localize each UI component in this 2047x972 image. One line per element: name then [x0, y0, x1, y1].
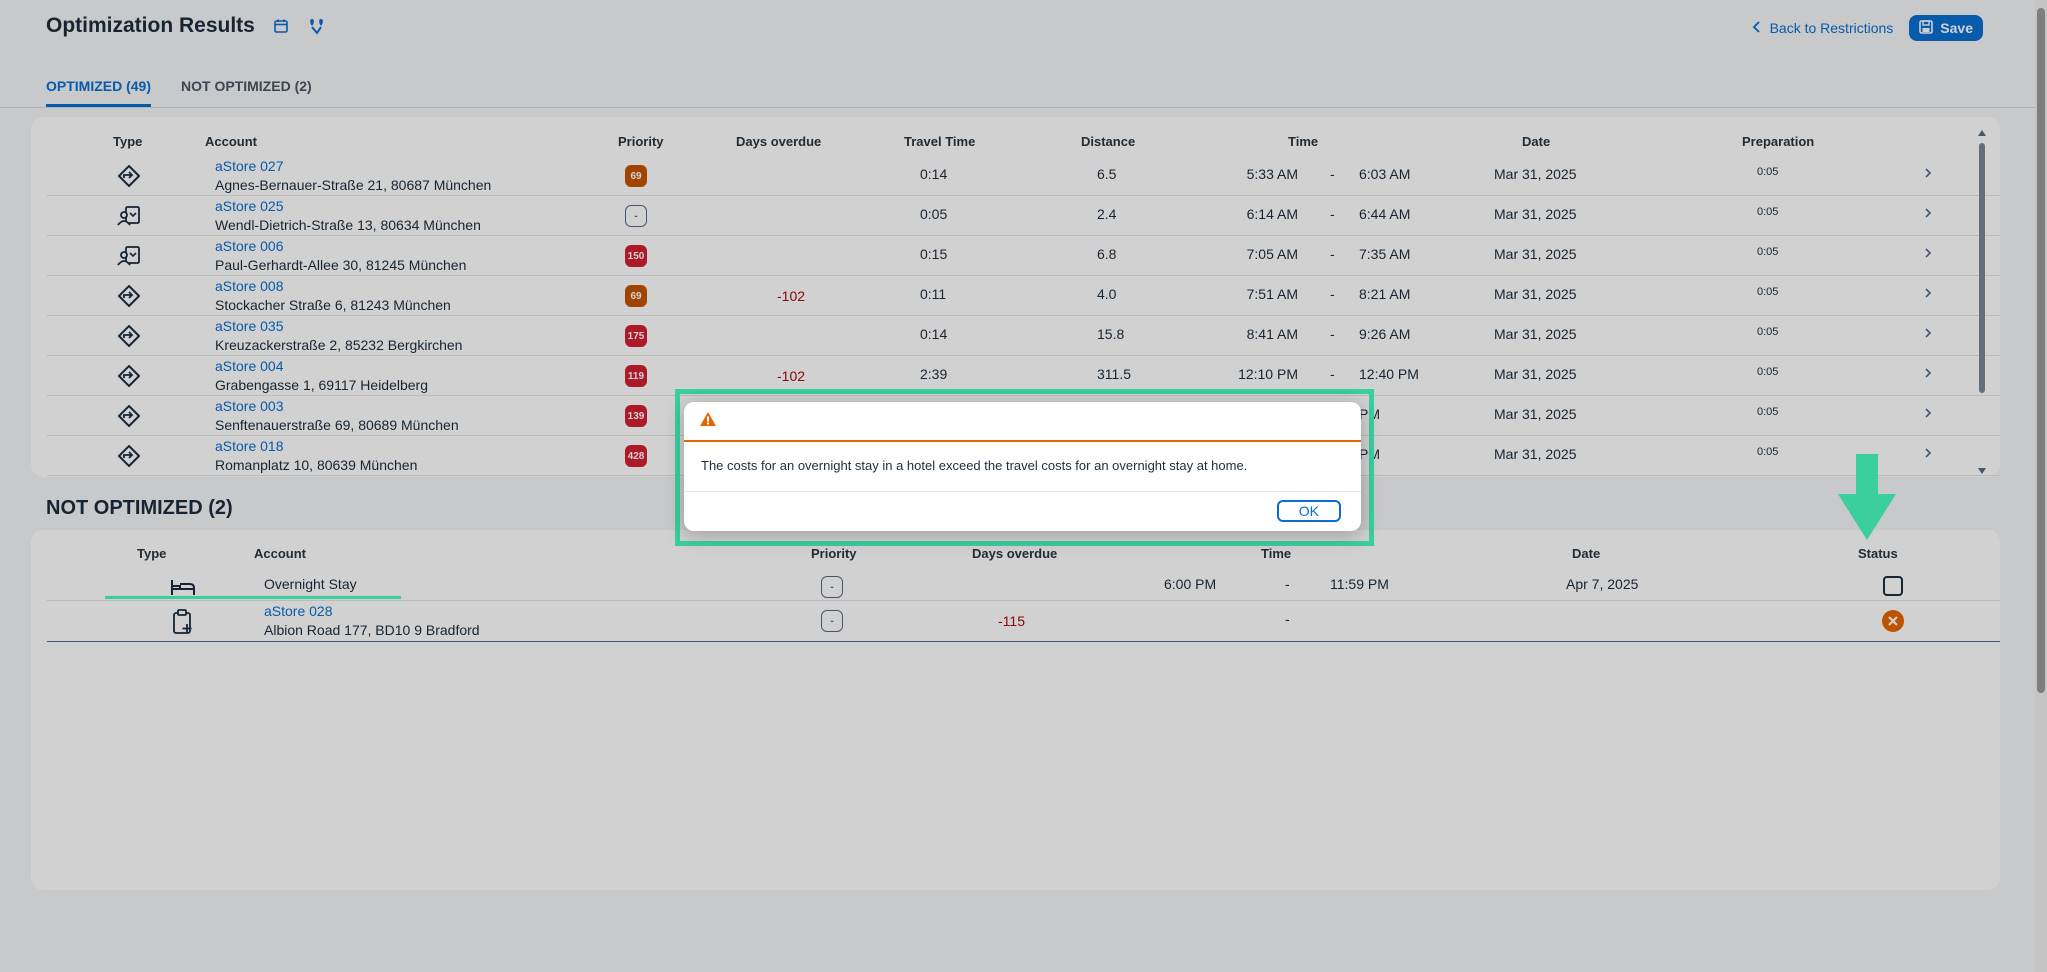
ok-button[interactable]: OK — [1276, 499, 1341, 522]
dialog-header — [684, 402, 1361, 442]
highlight-underline — [105, 596, 401, 599]
warning-dialog: The costs for an overnight stay in a hot… — [684, 402, 1361, 531]
warning-icon — [699, 411, 717, 432]
dialog-footer: OK — [684, 492, 1361, 529]
optimization-results-page: Optimization Results Back to Restriction… — [0, 0, 2047, 972]
highlight-arrow-icon — [1838, 454, 1896, 547]
dialog-message: The costs for an overnight stay in a hot… — [684, 442, 1361, 492]
